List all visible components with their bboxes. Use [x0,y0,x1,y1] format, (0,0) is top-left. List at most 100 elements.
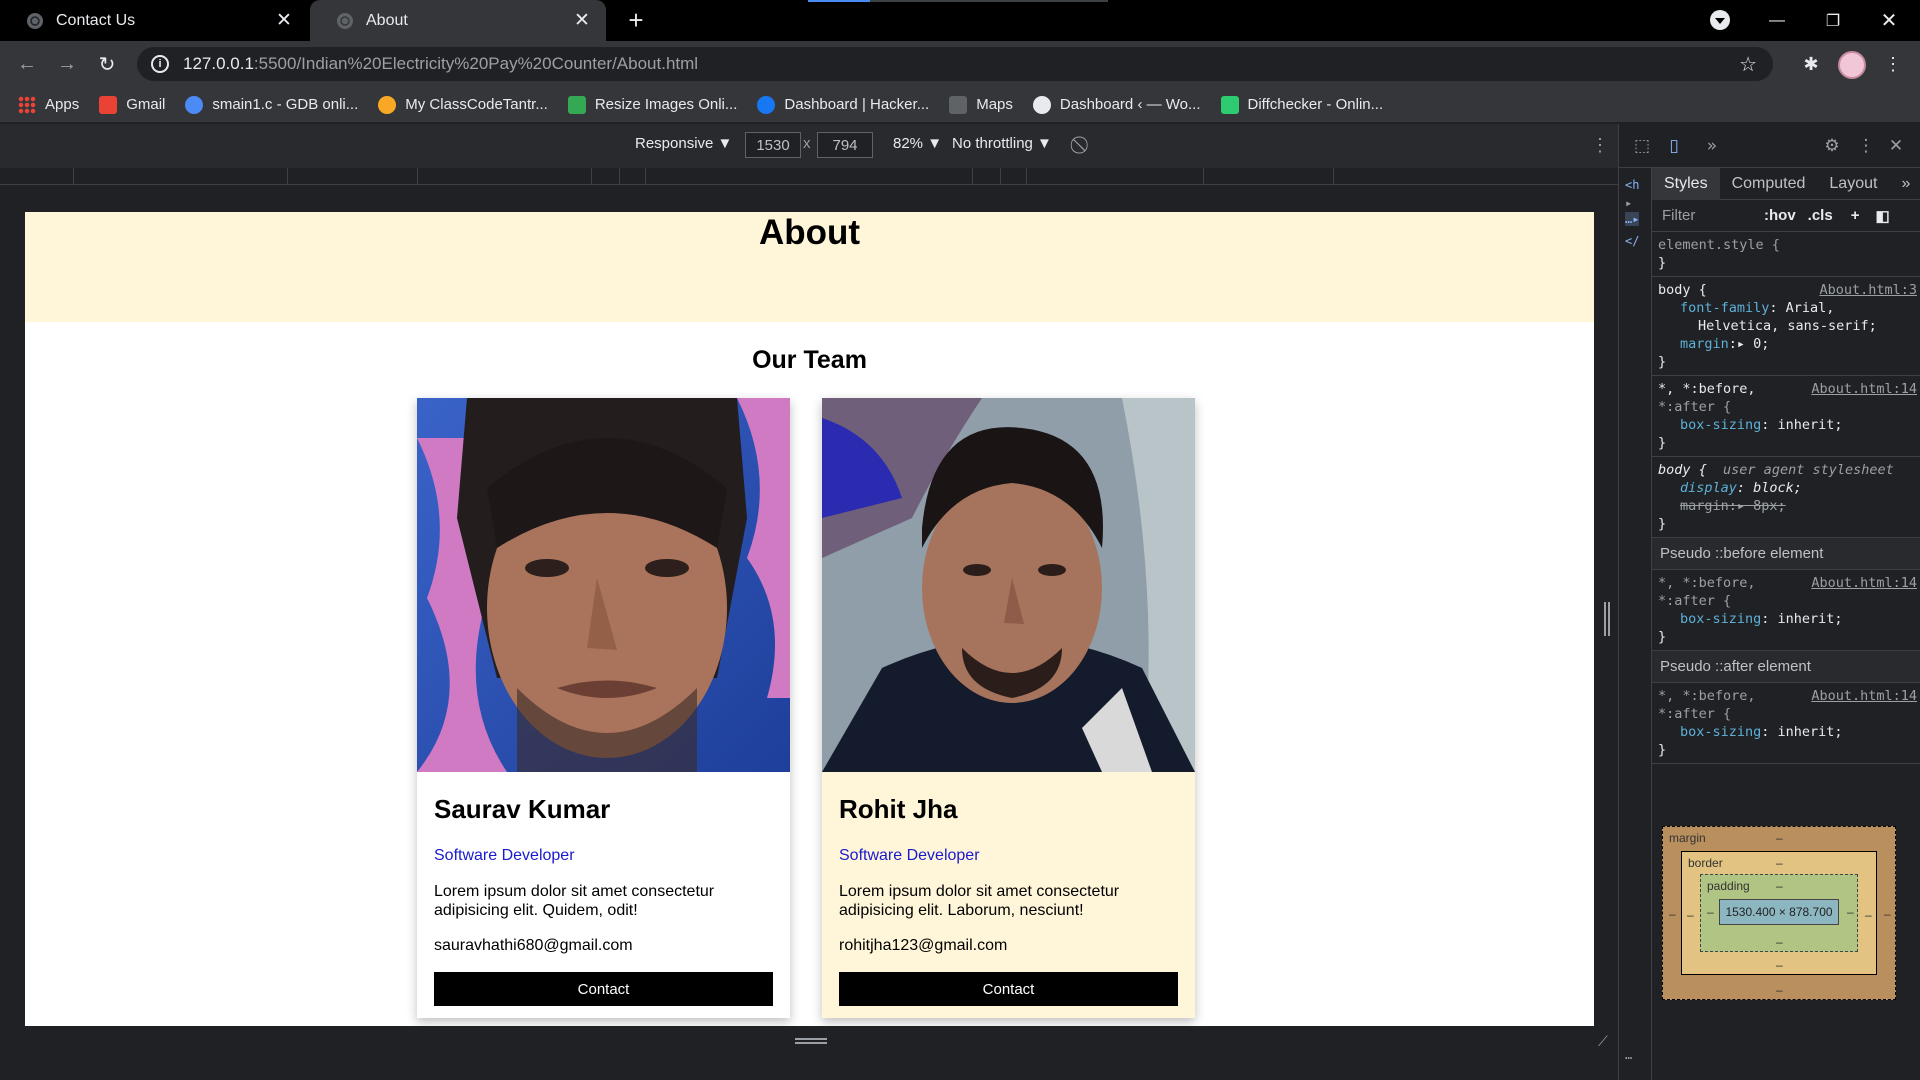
more-tabs-icon[interactable]: » [1701,135,1723,157]
border-right-value[interactable]: – [1865,908,1872,922]
code-close-tag-icon: </ [1625,234,1640,248]
rule-selector: *:after { [1658,593,1732,609]
css-property[interactable]: margin [1658,336,1729,352]
add-rule-icon[interactable]: + [1851,207,1860,224]
border-top-value[interactable]: – [1776,856,1783,870]
address-bar[interactable]: i 127.0.0.1:5500/Indian%20Electricity%20… [137,47,1773,81]
menu-icon[interactable]: ⋮ [1880,51,1906,77]
selected-node-icon[interactable]: …▸ [1625,212,1640,226]
hov-toggle[interactable]: :hov [1764,207,1796,224]
new-tab-button[interactable]: + [622,5,650,35]
bookmark-resize-images[interactable]: Resize Images Onli... [567,95,738,114]
contact-button[interactable]: Contact [434,972,773,1006]
padding-right-value[interactable]: – [1847,905,1854,919]
close-window-button[interactable]: ✕ [1861,0,1917,41]
padding-top-value[interactable]: – [1776,879,1783,893]
avatar[interactable] [1838,51,1866,79]
width-input[interactable]: 1530 [745,132,801,158]
bookmark-gdb[interactable]: smain1.c - GDB onli... [185,95,358,114]
device-toggle-icon[interactable]: ▯ [1663,135,1685,157]
close-icon[interactable]: ✕ [570,9,594,33]
box-content-size[interactable]: 1530.400 × 878.700 [1719,899,1839,925]
tab-computed[interactable]: Computed [1720,168,1818,200]
margin-right-value[interactable]: – [1884,907,1891,921]
bottom-resize-handle[interactable] [795,1036,827,1046]
bookmark-label: Diffchecker - Onlin... [1247,96,1384,113]
member-description: Lorem ipsum dolor sit amet consectetur a… [434,883,715,919]
tab-contact-us[interactable]: Contact Us ✕ [0,0,308,41]
close-devtools-icon[interactable]: ✕ [1885,135,1907,157]
tab-search-icon[interactable] [1710,10,1730,30]
tab-layout[interactable]: Layout [1817,168,1889,200]
style-rule-pseudo-after: *, *:before, About.html:14 *:after { box… [1652,683,1920,764]
border-bottom-value[interactable]: – [1776,958,1783,972]
corner-resize-icon[interactable]: ⟋ [1598,1033,1612,1049]
bookmark-apps[interactable]: Apps [18,95,79,114]
kebab-menu-icon[interactable]: ⋮ [1855,135,1877,157]
bookmark-hackerrank[interactable]: Dashboard | Hacker... [757,95,929,114]
side-resize-handle[interactable] [1604,602,1610,636]
bookmark-wordpress[interactable]: Dashboard ‹ — Wo... [1032,95,1201,114]
tab-label: Contact Us [56,11,136,29]
height-input[interactable]: 794 [817,132,873,158]
expand-arrow-icon[interactable]: ▸ [1625,196,1632,210]
padding-bottom-value[interactable]: – [1776,935,1783,949]
rule-source-link[interactable]: About.html:14 [1811,380,1917,398]
minimize-button[interactable]: — [1749,0,1805,41]
forward-icon[interactable]: → [51,48,83,80]
margin-bottom-value[interactable]: – [1776,983,1783,997]
globe-icon [27,12,43,29]
rule-source-link[interactable]: About.html:14 [1811,574,1917,592]
zoom-select[interactable]: 82% ▼ [893,135,942,152]
box-model-diagram: margin – – – – border – – – – padding – … [1662,826,1896,1000]
overridden-property: margin:▸ 8px; [1680,498,1786,514]
margin-left-value[interactable]: – [1669,907,1676,921]
drawer-toggle-icon[interactable]: … [1625,1048,1632,1062]
css-property[interactable]: box-sizing [1658,417,1761,433]
close-icon[interactable]: ✕ [272,9,296,33]
more-subtabs-icon[interactable]: » [1889,168,1920,200]
more-options-icon[interactable]: ⋮ [1591,135,1609,156]
reload-icon[interactable]: ↻ [91,48,123,80]
bookmark-classcodetantra[interactable]: My ClassCodeTantr... [378,95,548,114]
css-property[interactable]: box-sizing [1658,724,1761,740]
css-property[interactable]: box-sizing [1658,611,1761,627]
device-mode-select[interactable]: Responsive ▼ [635,135,732,152]
css-value[interactable]: : inherit; [1761,611,1842,627]
filter-input[interactable]: Filter [1662,207,1752,224]
back-icon[interactable]: ← [11,48,43,80]
padding-left-value[interactable]: – [1707,905,1714,919]
css-value[interactable]: : inherit; [1761,724,1842,740]
tab-about[interactable]: About ✕ [310,0,606,41]
bookmark-maps[interactable]: Maps [949,95,1013,114]
rule-source-link[interactable]: About.html:14 [1811,687,1917,705]
bookmark-star-icon[interactable]: ☆ [1739,52,1757,77]
bookmark-label: Dashboard ‹ — Wo... [1059,96,1201,113]
settings-gear-icon[interactable]: ⚙ [1821,135,1843,157]
extensions-icon[interactable]: ✱ [1798,51,1824,77]
rule-source-link[interactable]: About.html:3 [1819,281,1917,299]
member-name: Saurav Kumar [434,794,611,824]
tab-styles[interactable]: Styles [1652,167,1720,200]
css-value[interactable]: :▸ 0; [1729,336,1770,352]
css-property[interactable]: font-family [1658,300,1769,316]
tab-label: About [366,11,408,29]
css-value[interactable]: Helvetica, sans-serif; [1658,317,1917,335]
cls-toggle[interactable]: .cls [1808,207,1833,224]
styles-subtabs: Styles Computed Layout » [1652,167,1920,200]
contact-button[interactable]: Contact [839,972,1178,1006]
inspect-element-icon[interactable]: ⬚ [1631,135,1653,157]
border-left-value[interactable]: – [1687,908,1694,922]
restore-button[interactable]: ❐ [1805,0,1861,41]
rule-selector: *:after { [1658,399,1732,415]
bookmark-gmail[interactable]: Gmail [99,95,165,114]
bookmark-label: Resize Images Onli... [594,96,738,113]
css-value[interactable]: : Arial, [1769,300,1834,316]
bookmark-diffchecker[interactable]: Diffchecker - Onlin... [1220,95,1384,114]
margin-top-value[interactable]: – [1776,831,1783,845]
throttling-select[interactable]: No throttling ▼ [952,135,1052,152]
rule-close: } [1658,255,1667,271]
info-icon[interactable]: i [151,55,169,73]
css-value[interactable]: : inherit; [1761,417,1842,433]
sidebar-toggle-icon[interactable]: ◧ [1875,207,1889,225]
